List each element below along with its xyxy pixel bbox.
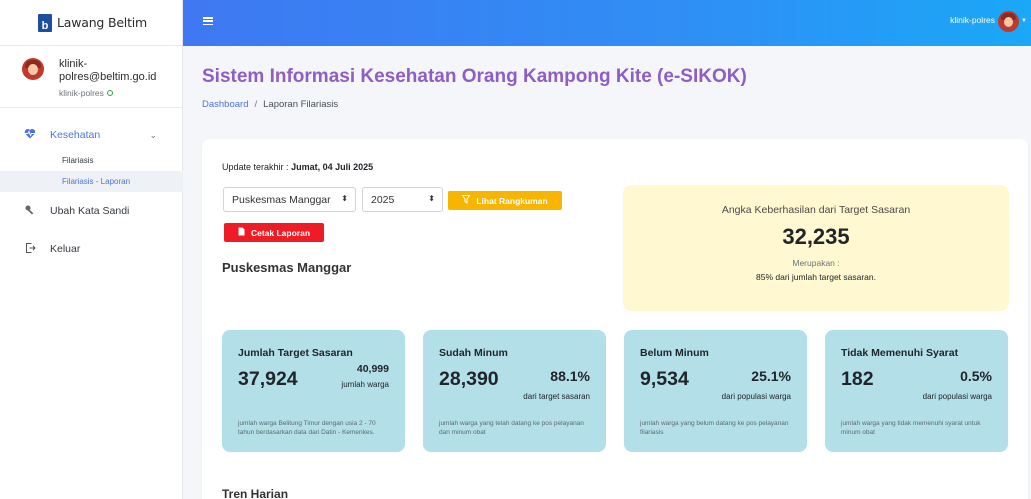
success-value: 32,235 xyxy=(782,224,850,249)
user-name: klinik-polres xyxy=(59,88,104,98)
user-panel[interactable]: klinik-polres@beltim.go.id klinik-polres xyxy=(0,46,182,108)
stat-description: jumlah warga yang belum datang ke pos pe… xyxy=(640,420,789,436)
last-update-label: Update terakhir : xyxy=(222,162,289,172)
puskesmas-heading: Puskesmas Manggar xyxy=(222,260,352,275)
year-select[interactable]: 2025 ⬍ xyxy=(362,187,443,212)
stat-title: Jumlah Target Sasaran xyxy=(238,347,353,359)
logout-icon xyxy=(24,242,36,257)
sidebar: b Lawang Beltim klinik-polres@beltim.go.… xyxy=(0,0,183,499)
user-email: klinik-polres@beltim.go.id xyxy=(59,58,157,83)
stat-right-value: 40,999 xyxy=(356,363,389,375)
success-sub-value: 85% dari jumlah target sasaran. xyxy=(755,272,876,282)
online-status-icon xyxy=(106,90,113,96)
success-rate-box: Angka Keberhasilan dari Target Sasaran 3… xyxy=(623,185,1009,311)
lihat-rangkuman-label: Lihat Rangkuman xyxy=(476,195,548,206)
stat-card-target-sasaran: Jumlah Target Sasaran 37,924 40,999 juml… xyxy=(222,330,405,452)
stat-title: Sudah Minum xyxy=(439,347,508,359)
stat-description: jumlah warga yang telah datang ke pos pe… xyxy=(439,420,584,436)
avatar xyxy=(22,58,44,80)
stat-title: Tidak Memenuhi Syarat xyxy=(841,347,959,359)
stat-right-sub: dari target sasaran xyxy=(523,392,590,401)
heartbeat-icon xyxy=(24,128,36,142)
breadcrumb-current: Laporan Filariasis xyxy=(263,99,339,110)
caret-down-icon[interactable]: ▼ xyxy=(1021,18,1027,24)
brand-name: Lawang Beltim xyxy=(57,15,148,30)
stat-description: jumlah warga Belitung Timur dengan usia … xyxy=(238,420,376,436)
breadcrumb-separator: / xyxy=(254,99,258,110)
success-sub-label: Merupakan : xyxy=(792,258,840,268)
select-arrows-icon: ⬍ xyxy=(341,194,348,203)
sidebar-item-label: Keluar xyxy=(50,243,81,255)
sidebar-item-label: Kesehatan xyxy=(50,129,101,141)
breadcrumb-dashboard[interactable]: Dashboard xyxy=(202,99,248,110)
sidebar-item-kesehatan[interactable]: Kesehatan ⌄ xyxy=(0,120,183,150)
cetak-laporan-label: Cetak Laporan xyxy=(250,227,311,238)
stat-value: 37,924 xyxy=(238,368,298,390)
stat-value: 9,534 xyxy=(640,368,689,390)
stat-right-value: 88.1% xyxy=(550,368,590,384)
stat-title: Belum Minum xyxy=(640,347,709,359)
hamburger-icon[interactable] xyxy=(203,17,213,26)
puskesmas-select[interactable]: Puskesmas Manggar ⬍ xyxy=(223,187,356,212)
stat-card-belum-minum: Belum Minum 9,534 25.1% dari populasi wa… xyxy=(624,330,807,452)
brand[interactable]: b Lawang Beltim xyxy=(0,0,182,46)
file-icon xyxy=(238,227,245,238)
sidebar-item-keluar[interactable]: Keluar xyxy=(0,234,183,264)
brand-logo: b xyxy=(38,13,52,32)
sidebar-subitem-filariasis[interactable]: Filariasis xyxy=(0,150,183,171)
success-title: Angka Keberhasilan dari Target Sasaran xyxy=(721,204,911,216)
stat-right-sub: dari populasi warga xyxy=(922,392,992,401)
tren-harian-heading: Tren Harian xyxy=(222,487,289,499)
cetak-laporan-button[interactable]: Cetak Laporan xyxy=(224,223,324,242)
topbar-avatar[interactable] xyxy=(998,11,1019,32)
stat-right-value: 25.1% xyxy=(751,368,791,384)
puskesmas-select-value: Puskesmas Manggar xyxy=(232,193,331,206)
stat-right-value: 0.5% xyxy=(960,368,992,384)
stat-card-sudah-minum: Sudah Minum 28,390 88.1% dari target sas… xyxy=(423,330,606,452)
stat-right-sub: jumlah warga xyxy=(341,380,389,389)
sidebar-nav: Kesehatan ⌄ Filariasis Filariasis - Lapo… xyxy=(0,120,183,264)
sidebar-subitem-filariasis-laporan[interactable]: Filariasis - Laporan xyxy=(0,171,183,192)
stat-right-sub: dari populasi warga xyxy=(721,392,791,401)
lihat-rangkuman-button[interactable]: Lihat Rangkuman xyxy=(448,191,562,210)
chevron-down-icon: ⌄ xyxy=(149,129,157,140)
filter-icon xyxy=(461,195,471,206)
sidebar-item-ubah-kata-sandi[interactable]: Ubah Kata Sandi xyxy=(0,196,183,226)
stat-card-tidak-memenuhi-syarat: Tidak Memenuhi Syarat 182 0.5% dari popu… xyxy=(825,330,1008,452)
last-update: Update terakhir : Jumat, 04 Juli 2025 xyxy=(222,162,373,172)
last-update-date: Jumat, 04 Juli 2025 xyxy=(291,162,374,172)
topbar: klinik-polres ▼ xyxy=(183,0,1031,46)
page-title: Sistem Informasi Kesehatan Orang Kampong… xyxy=(202,66,747,87)
stat-value: 182 xyxy=(841,368,874,390)
stat-value: 28,390 xyxy=(439,368,499,390)
select-arrows-icon: ⬍ xyxy=(428,194,435,203)
topbar-username[interactable]: klinik-polres xyxy=(950,15,995,25)
breadcrumb: Dashboard / Laporan Filariasis xyxy=(202,99,338,110)
stat-description: jumlah warga yang tidak memenuhi syarat … xyxy=(841,420,981,436)
year-select-value: 2025 xyxy=(371,193,395,206)
sidebar-item-label: Ubah Kata Sandi xyxy=(50,205,130,217)
key-icon xyxy=(24,204,36,219)
